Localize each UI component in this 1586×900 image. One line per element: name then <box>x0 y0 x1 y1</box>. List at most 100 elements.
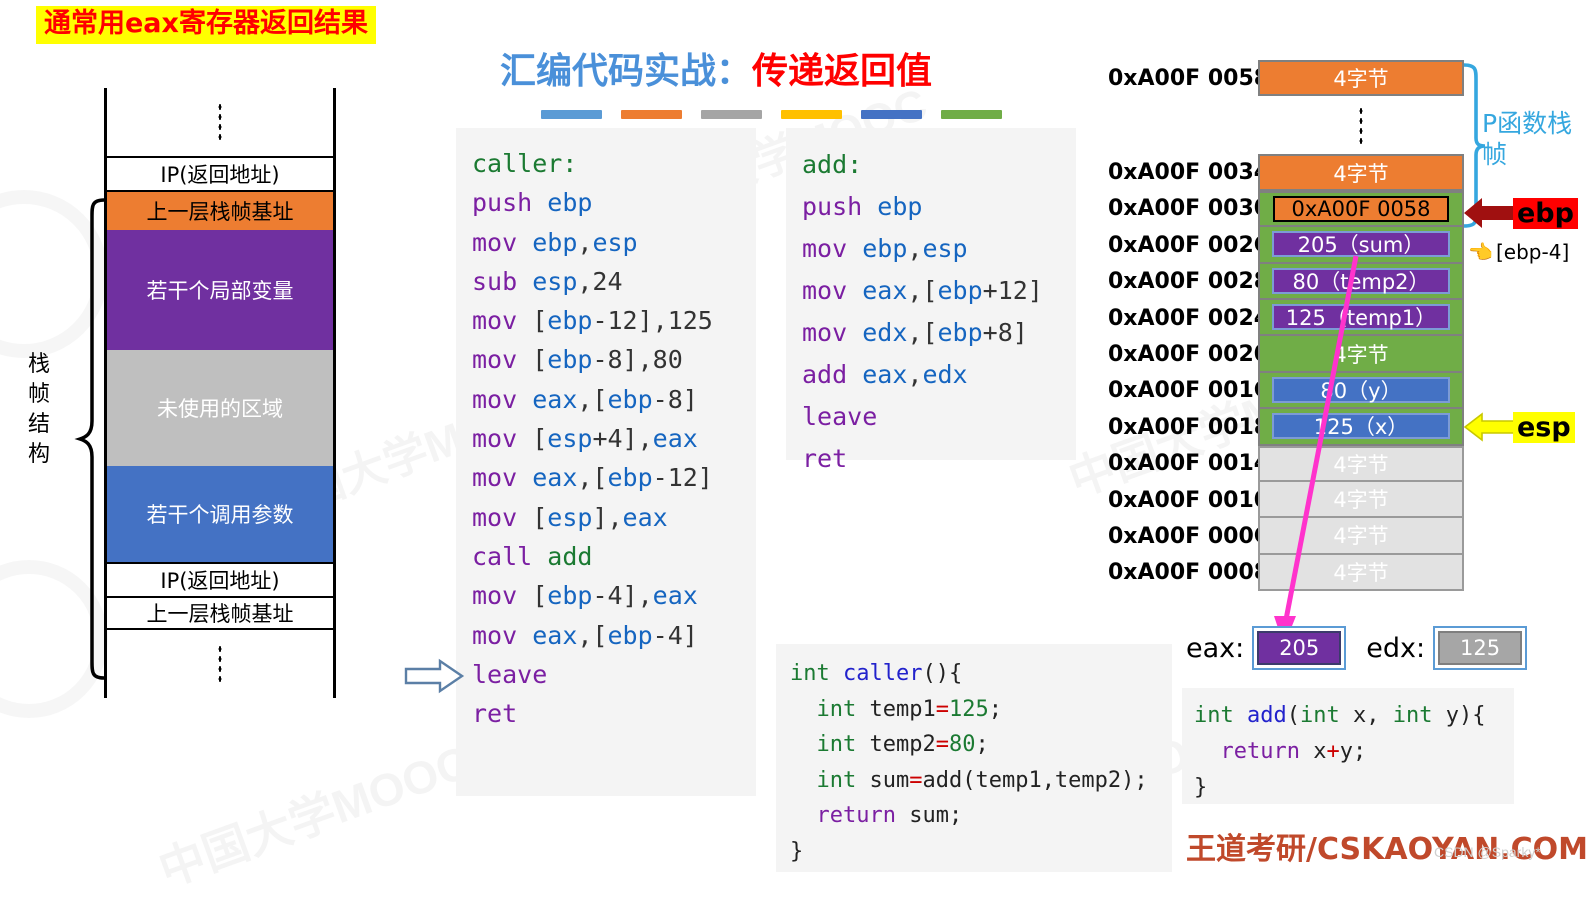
code-token: mov <box>472 306 533 336</box>
stack-row-ip-return-top: IP(返回地址) <box>104 156 336 190</box>
code-token: y; <box>1339 739 1367 764</box>
code-token: return <box>1194 739 1314 764</box>
code-token: int <box>790 732 870 757</box>
code-token: [ <box>532 424 548 454</box>
register-eax-label: eax: <box>1186 632 1245 664</box>
memory-address-gap <box>1108 96 1270 154</box>
memory-cell-label: 4字节 <box>1333 161 1389 186</box>
code-token: = <box>909 767 923 793</box>
stack-row-label: 未使用的区域 <box>157 397 283 421</box>
code-token: [ <box>532 581 548 611</box>
title-bar-1 <box>621 110 682 119</box>
code-token: add(temp1,temp2); <box>922 767 1148 793</box>
title-bar-0 <box>541 110 602 119</box>
esp-register-tag: esp <box>1513 412 1575 443</box>
code-token: ,[ <box>907 276 938 305</box>
code-token: mov <box>802 234 863 263</box>
code-token: call <box>472 541 548 571</box>
code-token: +8] <box>982 318 1028 347</box>
register-eax-frame: 205 <box>1252 626 1347 670</box>
memory-value-box: 0xA00F 0058 <box>1273 195 1449 222</box>
code-token: sub <box>472 266 533 296</box>
code-line: mov [ebp-8],80 <box>472 340 756 379</box>
code-line: } <box>790 834 1172 870</box>
asm-caller-panel: caller: push ebp mov ebp,esp sub esp,24 mov … <box>456 128 756 796</box>
title-bar-2 <box>701 110 762 119</box>
code-token: , <box>577 227 593 257</box>
code-token: edx <box>922 360 968 389</box>
watermark-text: 中国大学MOOC <box>149 726 479 900</box>
pointing-hand-icon: 👈 <box>1468 242 1493 264</box>
code-line: push ebp <box>472 183 756 222</box>
code-token: ebp <box>547 581 593 611</box>
stack-row-label: 若干个调用参数 <box>146 503 294 527</box>
memory-cell-label: 4字节 <box>1333 67 1389 92</box>
stack-structure-brace <box>74 198 105 680</box>
code-line: int temp1=125; <box>790 692 1172 728</box>
code-line: mov eax,[ebp-8] <box>472 380 756 419</box>
code-line: int temp2=80; <box>790 727 1172 763</box>
code-token: int <box>1194 703 1247 728</box>
code-token: -4] <box>652 620 698 650</box>
stack-row-prev-frame-base-bottom: 上一层栈帧基址 <box>104 596 336 630</box>
code-token: y){ <box>1445 703 1486 728</box>
code-token: ret <box>472 699 518 729</box>
page-title-highlight: 传递返回值 <box>752 51 933 92</box>
code-token: ebp <box>937 276 983 305</box>
stack-row-dots-top <box>104 88 336 156</box>
code-line: mov ebp,esp <box>802 228 1076 270</box>
title-bar-3 <box>781 110 842 119</box>
code-token: ], <box>592 502 623 532</box>
code-token: ,[ <box>907 318 938 347</box>
code-token: ,[ <box>577 384 608 414</box>
memory-address-0xA00F0034: 0xA00F 0034 <box>1108 160 1270 186</box>
code-token: temp1 <box>869 696 936 722</box>
code-token: esp <box>547 502 593 532</box>
code-token: } <box>790 838 804 864</box>
c-add-panel: int add(int x, int y){ return x+y;} <box>1182 688 1514 804</box>
code-token: mov <box>472 424 533 454</box>
code-token: ebp <box>937 318 983 347</box>
code-token: x <box>1313 739 1327 764</box>
memory-cell-gap <box>1258 96 1464 155</box>
code-line: mov edx,[ebp+8] <box>802 312 1076 354</box>
code-token: mov <box>472 463 533 493</box>
register-edx-frame: 125 <box>1433 626 1528 670</box>
code-token: esp <box>592 227 638 257</box>
stack-row-call-params: 若干个调用参数 <box>104 466 336 562</box>
code-token: [ <box>532 345 548 375</box>
code-token: esp <box>532 266 578 296</box>
code-token: ebp <box>877 192 923 221</box>
code-token: ebp <box>607 463 653 493</box>
stack-structure-diagram: IP(返回地址) 上一层栈帧基址 若干个局部变量 未使用的区域 若干个调用参数 IP(返回… <box>104 88 336 698</box>
code-token: push <box>802 192 878 221</box>
code-token: int <box>1299 703 1353 728</box>
stack-row-label: 若干个局部变量 <box>146 279 294 303</box>
code-token: mov <box>472 227 533 257</box>
code-token: mov <box>472 581 533 611</box>
code-token: x, <box>1352 703 1393 728</box>
code-token: int <box>1392 703 1446 728</box>
stack-structure-brace-label: 栈帧结构 <box>27 352 50 467</box>
title-color-bars <box>541 110 1002 119</box>
code-token: edx <box>862 318 908 347</box>
code-token: int <box>790 661 843 686</box>
code-line: mov [esp],eax <box>472 498 756 537</box>
sum-to-eax-arrow-icon <box>1274 255 1359 646</box>
code-token: eax <box>862 276 908 305</box>
code-token: add <box>547 541 593 571</box>
code-token: temp2 <box>869 732 936 757</box>
code-line: ret <box>802 438 1076 480</box>
footer-credit: CSDN @Sparky* <box>1434 844 1541 860</box>
code-token: +4], <box>592 424 653 454</box>
code-token: int <box>790 767 870 793</box>
code-token: int <box>790 696 870 722</box>
page-title: 汇编代码实战：传递返回值 <box>500 42 932 94</box>
title-bar-5 <box>941 110 1002 119</box>
code-line: ret <box>472 694 756 733</box>
code-line: call add <box>472 537 756 576</box>
current-instruction-arrow-icon <box>404 658 465 694</box>
code-token: eax <box>532 463 578 493</box>
code-token: ebp <box>862 234 908 263</box>
code-token: } <box>1194 775 1208 800</box>
